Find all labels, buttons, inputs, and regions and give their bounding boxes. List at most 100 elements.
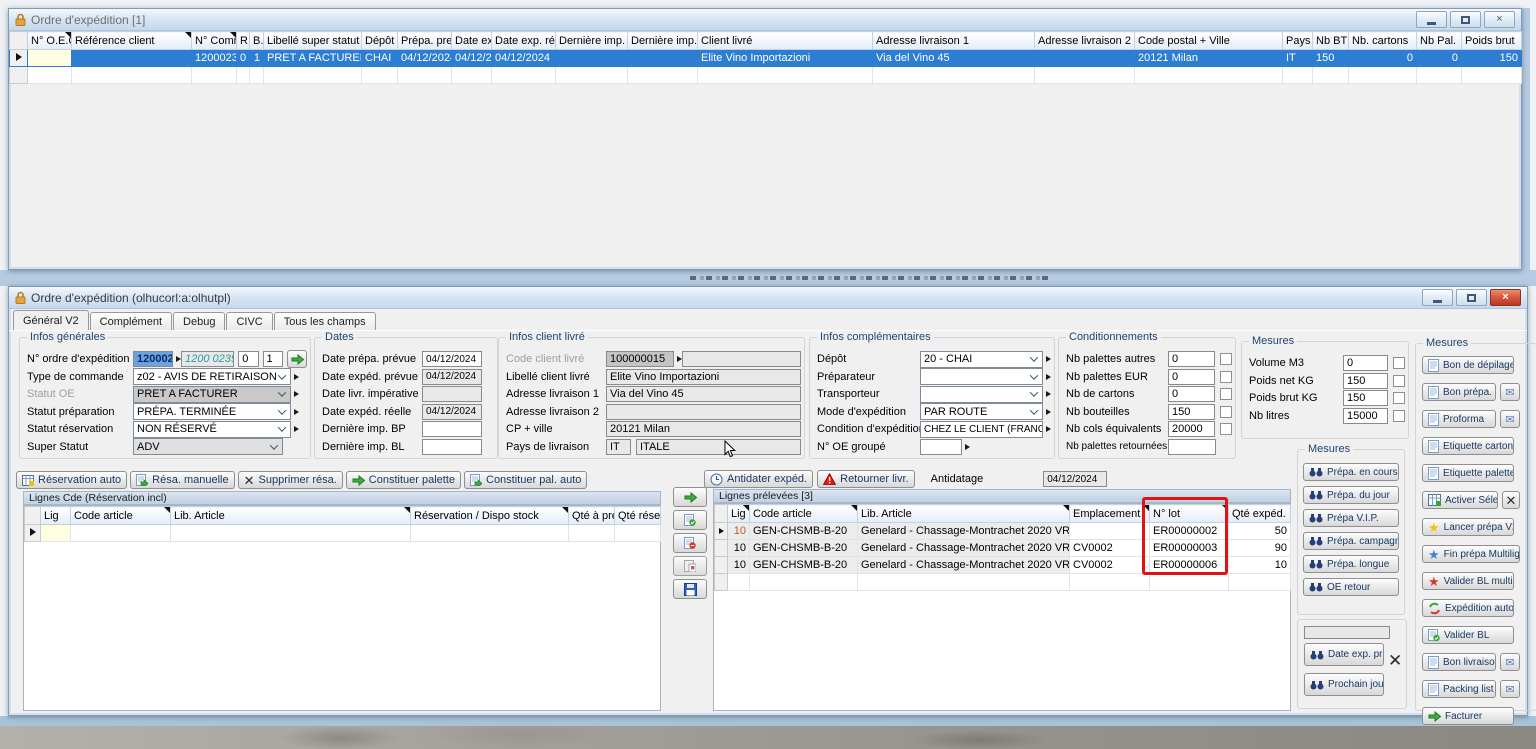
col-header[interactable]: Nb Pal. xyxy=(1417,32,1462,50)
nb-cartons-field[interactable]: 0 xyxy=(1168,386,1215,402)
col-header[interactable]: Dépôt xyxy=(362,32,398,50)
cell-lig[interactable]: 10 xyxy=(728,523,750,540)
cell[interactable]: 04/12/20: xyxy=(452,50,492,67)
cancel-line-button[interactable] xyxy=(673,533,707,553)
checkbox[interactable] xyxy=(1220,406,1232,418)
nb-litres-field[interactable]: 15000 xyxy=(1343,408,1388,424)
order-row-selected[interactable]: 12000239 0 1 PRET A FACTURER CHAI 04/12/… xyxy=(10,50,1522,67)
valider-bl-button[interactable]: Valider BL xyxy=(1422,626,1514,644)
detail-arrow-icon[interactable] xyxy=(965,444,970,450)
goto-order-button[interactable] xyxy=(287,350,307,368)
lignes-cde-row-empty[interactable] xyxy=(25,525,661,542)
cell[interactable]: 0 xyxy=(1349,50,1417,67)
retourner-livr-button[interactable]: Retourner livr. xyxy=(817,470,914,488)
col-header[interactable]: B. xyxy=(250,32,264,50)
email-bon-livraison-button[interactable]: ✉ xyxy=(1500,653,1520,671)
cell[interactable]: 150 xyxy=(1462,50,1522,67)
order-type-combobox[interactable]: z02 - AVIS DE RETIRAISON xyxy=(133,368,291,385)
cell-code-article[interactable]: GEN-CHSMB-B-20 xyxy=(750,523,858,540)
cell-oeg[interactable] xyxy=(28,50,72,67)
cell[interactable]: Elite Vino Importazioni xyxy=(698,50,873,67)
antidater-exped-button[interactable]: Antidater expéd. xyxy=(704,470,813,488)
cell[interactable] xyxy=(72,50,192,67)
maximize-button[interactable] xyxy=(1456,289,1487,306)
col-header[interactable]: Pays xyxy=(1283,32,1313,50)
titlebar[interactable]: Ordre d'expédition [1] × xyxy=(9,9,1521,31)
facturer-button[interactable]: Facturer xyxy=(1422,707,1514,725)
col-header[interactable]: Qté à prél. xyxy=(569,507,615,525)
order-row-empty[interactable] xyxy=(10,67,1522,84)
checkbox[interactable] xyxy=(1393,392,1405,404)
mode-expedition-combobox[interactable]: PAR ROUTE xyxy=(920,403,1043,420)
close-button[interactable]: × xyxy=(1484,11,1515,28)
prepa-du-jour-button[interactable]: Prépa. du jour xyxy=(1303,486,1399,504)
date-prepa-prevue-field[interactable]: 04/12/2024 xyxy=(422,351,482,367)
cell[interactable]: 20121 Milan xyxy=(1135,50,1283,67)
bon-livraison-button[interactable]: Bon livraison xyxy=(1422,653,1496,671)
etiquette-palette-button[interactable]: Etiquette palette xyxy=(1422,464,1514,482)
col-header[interactable]: Référence client xyxy=(72,32,192,50)
col-header[interactable]: Adresse livraison 2 xyxy=(1035,32,1135,50)
cell-qte[interactable]: 50 xyxy=(1229,523,1291,540)
cell-lib-article[interactable]: Genelard - Chassage-Montrachet 2020 VRAC xyxy=(858,540,1070,557)
col-header[interactable]: Qté expéd. xyxy=(1229,505,1291,523)
email-packing-list-button[interactable]: ✉ xyxy=(1500,680,1520,698)
col-header[interactable]: Lib. Article xyxy=(858,505,1070,523)
col-header[interactable]: Code article xyxy=(71,507,171,525)
clear-select-button[interactable]: ✕ xyxy=(1502,491,1520,509)
cell[interactable]: 04/12/2024 xyxy=(398,50,452,67)
col-header[interactable]: Prépa. prev xyxy=(398,32,452,50)
constituer-pal-auto-button[interactable]: Constituer pal. auto xyxy=(464,471,587,489)
code-client-field[interactable]: 100000015 xyxy=(606,351,674,367)
transporteur-combobox[interactable] xyxy=(920,386,1043,403)
tab-tous-les-champs[interactable]: Tous les champs xyxy=(274,312,376,330)
statut-preparation-combobox[interactable]: PRÉPA. TERMINÉE xyxy=(133,403,291,420)
cell-lib-article[interactable]: Genelard - Chassage-Montrachet 2020 VRAC xyxy=(858,557,1070,574)
col-header[interactable]: N° O.E.G. xyxy=(28,32,72,50)
cell[interactable] xyxy=(628,50,698,67)
cell[interactable]: CHAI xyxy=(362,50,398,67)
date-exp-prevu-button[interactable]: Date exp. prevu xyxy=(1304,643,1384,666)
order-sub1-field[interactable]: 0 xyxy=(238,351,258,367)
bon-de-depilage-button[interactable]: Bon de dépilage xyxy=(1422,356,1514,374)
col-header[interactable]: Nb. cartons xyxy=(1349,32,1417,50)
col-header[interactable]: Lig xyxy=(728,505,750,523)
cell[interactable]: Via del Vino 45 xyxy=(873,50,1035,67)
col-header[interactable]: Code article xyxy=(750,505,858,523)
col-header[interactable]: Nb BT xyxy=(1313,32,1349,50)
nb-palettes-eur-field[interactable]: 0 xyxy=(1168,369,1215,385)
checkbox[interactable] xyxy=(1393,375,1405,387)
derniere-imp-bp-field[interactable] xyxy=(422,421,482,437)
prepa-vip-button[interactable]: Prépa V.I.P. xyxy=(1303,509,1399,527)
nb-bouteilles-field[interactable]: 150 xyxy=(1168,404,1215,420)
nb-palettes-retournees-field[interactable] xyxy=(1168,439,1216,455)
titlebar[interactable]: Ordre d'expédition (olhucorl:a:olhutpl) … xyxy=(9,287,1527,309)
valider-bl-multi-button[interactable]: ★Valider BL multi xyxy=(1422,572,1514,590)
tab-general-v2[interactable]: Général V2 xyxy=(13,310,89,330)
oe-groupe-field[interactable] xyxy=(920,439,962,455)
volume-m3-field[interactable]: 0 xyxy=(1343,355,1388,371)
activer-select-button[interactable]: Activer Sélect. xyxy=(1422,491,1498,509)
checkbox[interactable] xyxy=(1220,423,1232,435)
cell[interactable] xyxy=(1035,50,1135,67)
tab-civc[interactable]: CIVC xyxy=(226,312,272,330)
col-header[interactable]: Réservation / Dispo stock xyxy=(411,507,569,525)
date-filter-field[interactable] xyxy=(1304,626,1390,639)
cell-emplacement[interactable]: CV0002 xyxy=(1070,540,1150,557)
col-header[interactable]: Libellé super statut xyxy=(264,32,362,50)
detail-arrow-icon[interactable] xyxy=(1046,356,1051,362)
detail-arrow-icon[interactable] xyxy=(294,374,299,380)
cell[interactable]: 0 xyxy=(1417,50,1462,67)
order-sub2-field[interactable]: 1 xyxy=(263,351,283,367)
clear-date-filter-button[interactable]: ✕ xyxy=(1388,652,1402,669)
detail-arrow-icon[interactable] xyxy=(1046,426,1051,432)
cell[interactable]: 0 xyxy=(237,50,250,67)
poids-brut-field[interactable]: 150 xyxy=(1343,390,1388,406)
detail-arrow-icon[interactable] xyxy=(294,409,299,415)
nb-cols-equivalents-field[interactable]: 20000 xyxy=(1168,421,1215,437)
close-button[interactable]: × xyxy=(1490,289,1521,306)
etiquette-carton-button[interactable]: Etiquette carton xyxy=(1422,437,1514,455)
email-proforma-button[interactable]: ✉ xyxy=(1500,410,1520,428)
checkbox[interactable] xyxy=(1220,353,1232,365)
cell-emplacement[interactable]: CV0002 xyxy=(1070,557,1150,574)
